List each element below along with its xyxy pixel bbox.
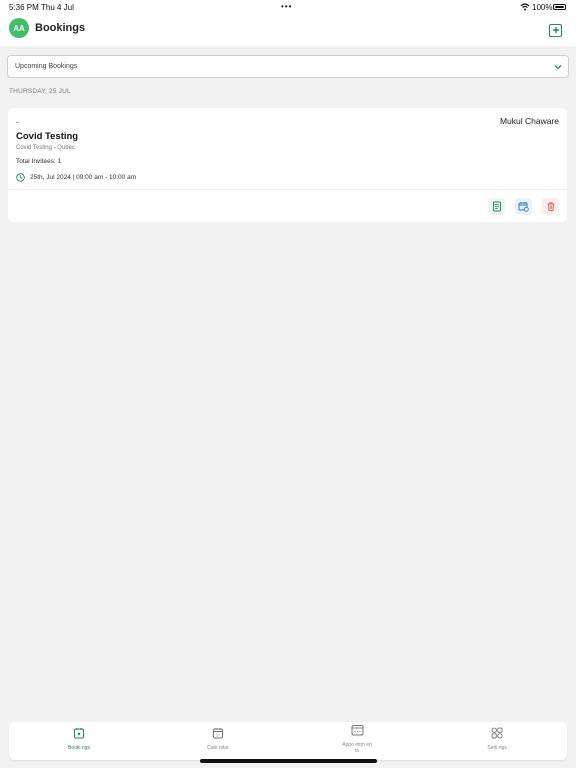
bottom-tab-bar: Booki ngs 17 Cale ndar Appo intm ents Se… (9, 722, 567, 760)
settings-grid-icon (491, 727, 503, 739)
tab-calendar-label: Cale ndar (207, 745, 229, 751)
tab-bookings[interactable]: Booki ngs (64, 726, 94, 751)
add-booking-button[interactable] (549, 24, 562, 37)
tab-settings-label: Setti ngs (487, 745, 507, 751)
filter-selected-value: Upcoming Bookings (15, 63, 78, 70)
clock-icon (16, 173, 25, 182)
plus-icon (552, 27, 559, 33)
notes-icon (492, 201, 501, 212)
booking-datetime: 25th, Jul 2024 | 09:00 am - 10:00 am (30, 174, 137, 181)
tab-settings[interactable]: Setti ngs (482, 726, 512, 751)
status-time: 5:36 PM (9, 3, 39, 12)
booking-notes-button[interactable] (488, 198, 505, 215)
status-bar: 5:36 PM Thu 4 Jul ••• 100% (0, 0, 576, 14)
section-date-heading: THURSDAY, 25 JUL (9, 88, 71, 95)
trash-icon (547, 202, 554, 211)
reschedule-button[interactable] (515, 198, 532, 215)
battery-icon (553, 4, 566, 10)
bookings-icon (74, 728, 84, 739)
wifi-icon (520, 3, 530, 13)
calendar-reschedule-icon (518, 202, 529, 212)
booking-status-dash: - (16, 117, 19, 127)
home-indicator[interactable] (200, 759, 377, 763)
status-date: Thu 4 Jul (41, 3, 74, 12)
app-header: AA Bookings (0, 14, 576, 46)
svg-text:17: 17 (216, 733, 220, 737)
chevron-down-icon (554, 65, 562, 70)
booking-card[interactable]: - Mukul Chaware Covid Testing Covid Test… (8, 108, 567, 222)
tab-calendar[interactable]: 17 Cale ndar (203, 726, 233, 751)
booking-time-row: 25th, Jul 2024 | 09:00 am - 10:00 am (16, 173, 136, 182)
card-divider (8, 189, 567, 190)
booking-subtitle: Covid Testing - Qubec (16, 145, 75, 151)
booking-host-name: Mukul Chaware (499, 116, 559, 126)
bookings-filter-dropdown[interactable]: Upcoming Bookings (7, 55, 569, 78)
calendar-icon: 17 (213, 728, 223, 739)
tab-appointments-label: Appo intm ents (342, 742, 372, 754)
booking-invitees: Total Invitees: 1 (16, 158, 62, 165)
tab-appointments[interactable]: Appo intm ents (342, 723, 372, 754)
appointments-icon (351, 725, 363, 736)
multitasking-dots[interactable]: ••• (281, 2, 292, 11)
tab-bookings-label: Booki ngs (68, 745, 90, 751)
battery-percent: 100% (532, 3, 553, 12)
booking-title: Covid Testing (16, 131, 79, 142)
avatar[interactable]: AA (9, 18, 29, 38)
delete-booking-button[interactable] (542, 198, 559, 215)
page-title: Bookings (35, 22, 86, 34)
